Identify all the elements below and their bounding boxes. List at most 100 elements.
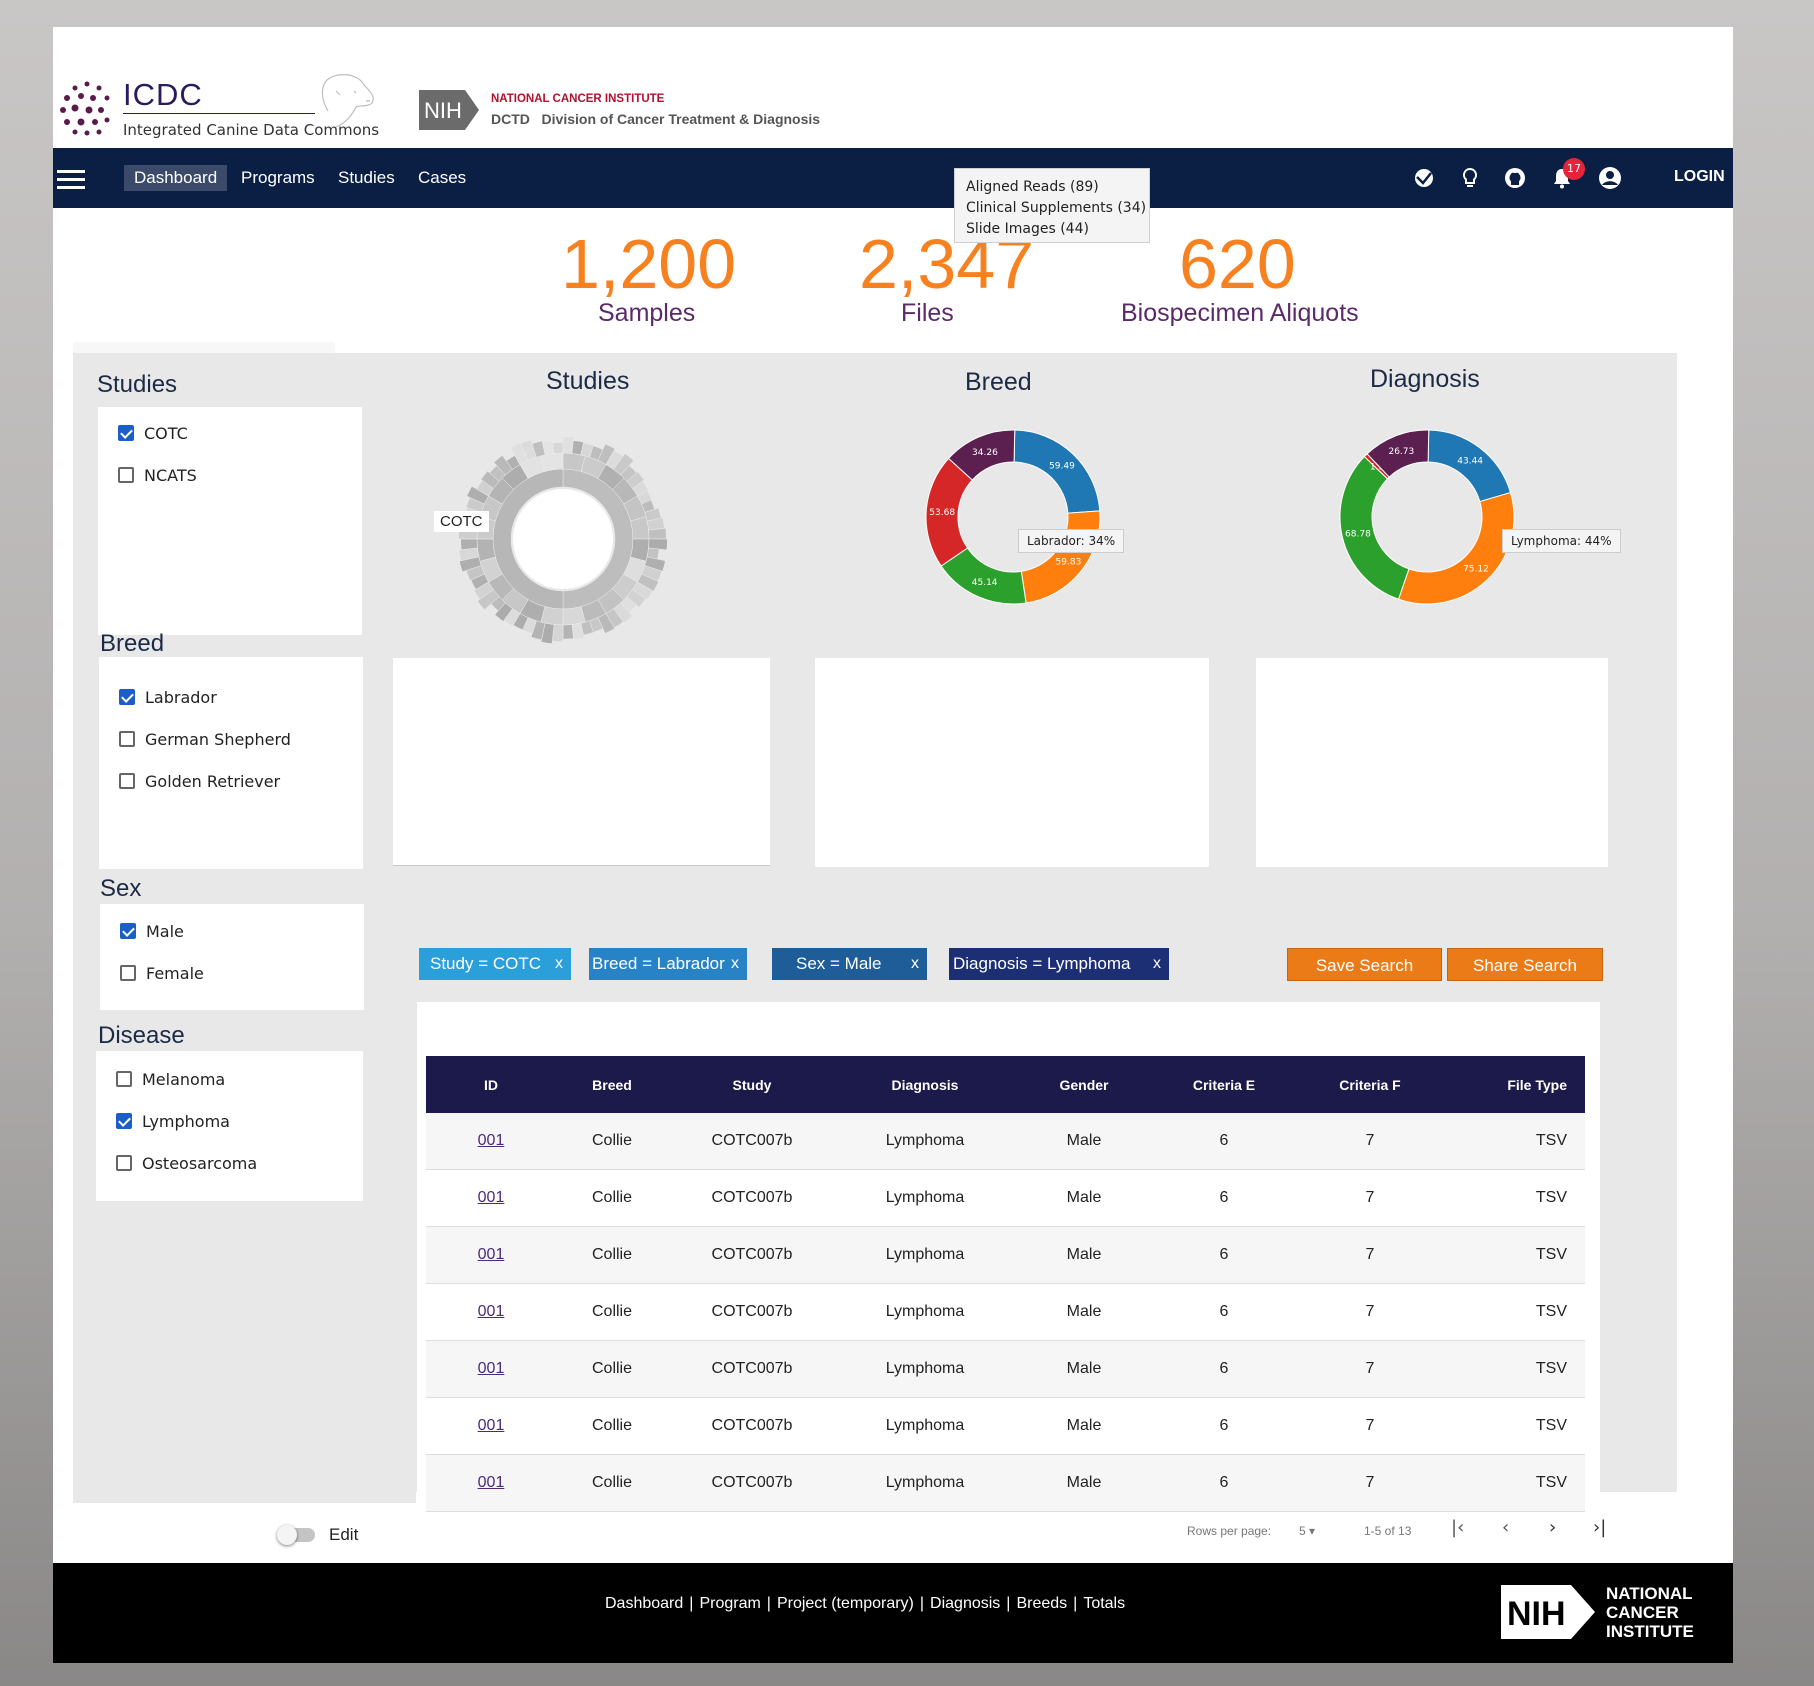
nav-cases[interactable]: Cases: [408, 165, 476, 191]
case-id-link[interactable]: 001: [478, 1474, 505, 1491]
share-search-button[interactable]: Share Search: [1447, 948, 1603, 981]
case-id-link[interactable]: 001: [478, 1246, 505, 1263]
checkbox[interactable]: [116, 1070, 132, 1087]
remove-filter-button[interactable]: x: [731, 948, 739, 980]
facet-option-cotc[interactable]: COTC: [118, 424, 188, 443]
sunburst-segment[interactable]: [540, 452, 564, 472]
facet-option-label: Golden Retriever: [145, 772, 281, 791]
column-header-diagnosis[interactable]: Diagnosis: [836, 1056, 1014, 1113]
rows-per-page-select[interactable]: 5 ▾: [1299, 1524, 1315, 1538]
column-header-study[interactable]: Study: [668, 1056, 836, 1113]
footer-link-dashboard[interactable]: Dashboard: [605, 1595, 683, 1612]
footer-link-breeds[interactable]: Breeds: [1016, 1595, 1067, 1612]
checkbox[interactable]: [119, 772, 135, 789]
facet-option-golden-retriever[interactable]: Golden Retriever: [119, 772, 280, 791]
table-row[interactable]: 001 Collie COTC007b Lymphoma Male 6 7 TSV: [426, 1454, 1585, 1512]
footer-link-diagnosis[interactable]: Diagnosis: [930, 1595, 1000, 1612]
facet-option-osteosarcoma[interactable]: Osteosarcoma: [116, 1154, 257, 1173]
breed-donut-chart[interactable]: 59.49 59.83 45.14 53.68 34.26: [898, 402, 1128, 632]
account-icon[interactable]: [1598, 166, 1622, 190]
table-row[interactable]: 001 Collie COTC007b Lymphoma Male 6 7 TSV: [426, 1283, 1585, 1341]
facet-option-lymphoma[interactable]: Lymphoma: [116, 1112, 230, 1131]
table-row[interactable]: 001 Collie COTC007b Lymphoma Male 6 7 TSV: [426, 1113, 1585, 1170]
menu-icon[interactable]: [57, 170, 85, 190]
footer-link-project[interactable]: Project (temporary): [777, 1595, 914, 1612]
remove-filter-button[interactable]: x: [1153, 948, 1161, 980]
facet-option-german-shepherd[interactable]: German Shepherd: [119, 730, 291, 749]
site-header: ICDC Integrated Canine Data Commons NIH …: [53, 27, 1733, 148]
facet-option-male[interactable]: Male: [120, 922, 184, 941]
footer-link-totals[interactable]: Totals: [1083, 1595, 1125, 1612]
breed-slice[interactable]: [1013, 429, 1101, 514]
facet-option-ncats[interactable]: NCATS: [118, 466, 197, 485]
nav-dashboard[interactable]: Dashboard: [124, 165, 228, 191]
facet-option-labrador[interactable]: Labrador: [119, 688, 217, 707]
sunburst-segment[interactable]: [562, 606, 586, 626]
table-row[interactable]: 001 Collie COTC007b Lymphoma Male 6 7 TSV: [426, 1226, 1585, 1284]
next-page-icon[interactable]: ›: [1549, 1517, 1556, 1538]
sunburst-segment[interactable]: [648, 527, 667, 540]
translate-icon[interactable]: [1412, 166, 1436, 190]
case-id-link[interactable]: 001: [478, 1360, 505, 1377]
first-page-icon[interactable]: |‹: [1451, 1517, 1464, 1538]
breed-slice-label: 53.68: [929, 508, 955, 518]
nci-footer-line: CANCER: [1606, 1603, 1679, 1622]
checkbox[interactable]: [118, 424, 134, 441]
case-id-link[interactable]: 001: [478, 1132, 505, 1149]
table-cell: 7: [1294, 1454, 1446, 1512]
case-id-link[interactable]: 001: [478, 1303, 505, 1320]
case-id-link[interactable]: 001: [478, 1189, 505, 1206]
column-header-file-type[interactable]: File Type: [1446, 1056, 1585, 1113]
checkbox[interactable]: [120, 922, 136, 939]
facet-option-female[interactable]: Female: [120, 964, 204, 983]
page-range: 1-5 of 13: [1364, 1524, 1412, 1538]
sunburst-segment[interactable]: [630, 516, 650, 540]
table-cell: COTC007b: [668, 1454, 836, 1512]
sunburst-segment[interactable]: [476, 538, 496, 562]
column-header-criteria-e[interactable]: Criteria E: [1154, 1056, 1294, 1113]
column-header-id[interactable]: ID: [426, 1056, 556, 1113]
site-title[interactable]: ICDC: [123, 77, 203, 113]
checkbox[interactable]: [119, 688, 135, 705]
table-row[interactable]: 001 Collie COTC007b Lymphoma Male 6 7 TSV: [426, 1169, 1585, 1227]
checkbox[interactable]: [120, 964, 136, 981]
lightbulb-icon[interactable]: [1458, 166, 1482, 190]
checkbox[interactable]: [118, 466, 134, 483]
checkbox[interactable]: [116, 1112, 132, 1129]
login-button[interactable]: LOGIN: [1674, 168, 1725, 186]
column-header-criteria-f[interactable]: Criteria F: [1294, 1056, 1446, 1113]
diagnosis-donut-chart[interactable]: 43.4475.1268.781.526.73: [1312, 402, 1542, 632]
table-row[interactable]: 001 Collie COTC007b Lymphoma Male 6 7 TSV: [426, 1340, 1585, 1398]
remove-filter-button[interactable]: x: [555, 948, 563, 980]
diagnosis-slice[interactable]: [1339, 455, 1410, 600]
checkbox[interactable]: [116, 1154, 132, 1171]
edit-toggle[interactable]: [277, 1525, 315, 1545]
save-search-button[interactable]: Save Search: [1287, 948, 1442, 981]
table-row[interactable]: 001 Collie COTC007b Lymphoma Male 6 7 TSV: [426, 1397, 1585, 1455]
facet-option-label: Osteosarcoma: [142, 1154, 258, 1173]
column-header-breed[interactable]: Breed: [556, 1056, 668, 1113]
table-cell: Lymphoma: [836, 1340, 1014, 1398]
github-icon[interactable]: [1503, 166, 1527, 190]
toggle-knob[interactable]: [277, 1525, 297, 1545]
nav-programs[interactable]: Programs: [231, 165, 325, 191]
studies-sunburst-chart[interactable]: [433, 409, 693, 669]
facet-option-melanoma[interactable]: Melanoma: [116, 1070, 225, 1089]
chevron-down-icon: ▾: [1309, 1524, 1316, 1538]
breed-slice-label: 59.49: [1049, 462, 1075, 472]
diagnosis-slice[interactable]: [1397, 491, 1515, 605]
footer-link-program[interactable]: Program: [699, 1595, 760, 1612]
sunburst-segment[interactable]: [562, 624, 574, 640]
column-header-gender[interactable]: Gender: [1014, 1056, 1154, 1113]
previous-page-icon[interactable]: ‹: [1502, 1517, 1509, 1538]
checkbox[interactable]: [119, 730, 135, 747]
last-page-icon[interactable]: ›|: [1593, 1517, 1606, 1538]
remove-filter-button[interactable]: x: [911, 948, 919, 980]
case-id-link[interactable]: 001: [478, 1417, 505, 1434]
facet-sex: Male Female: [100, 904, 364, 1010]
sunburst-segment[interactable]: [552, 442, 564, 454]
sunburst-segment[interactable]: [460, 538, 478, 550]
facet-option-label: Female: [146, 964, 204, 983]
app-window: ICDC Integrated Canine Data Commons NIH …: [53, 27, 1733, 1663]
nav-studies[interactable]: Studies: [328, 165, 405, 191]
